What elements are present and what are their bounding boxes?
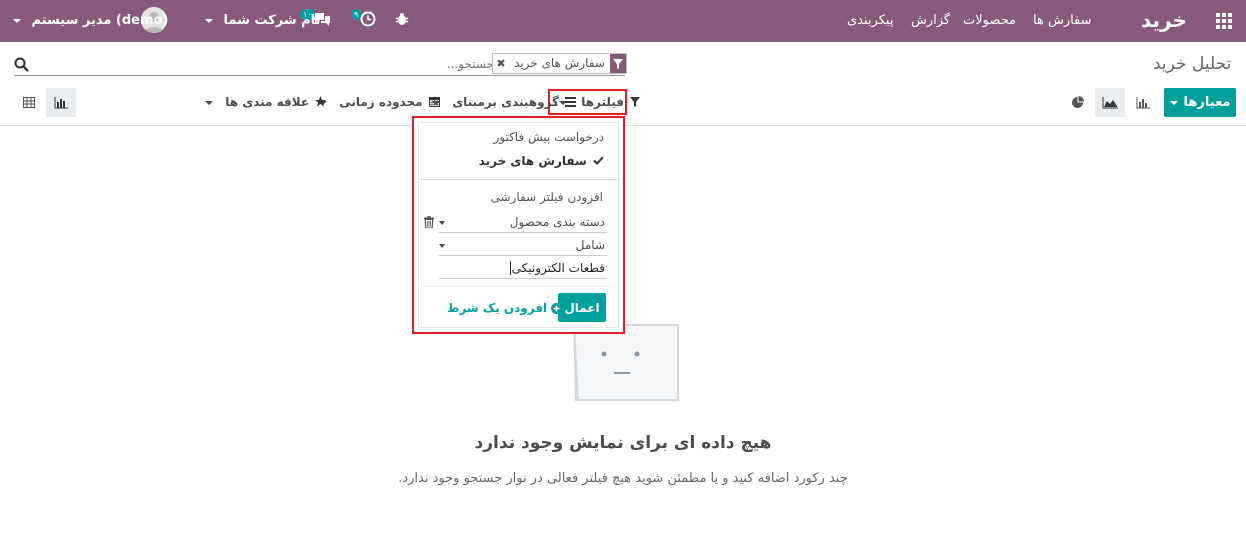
dropdown-divider bbox=[419, 179, 620, 180]
apply-filter-button[interactable]: اعمال bbox=[558, 293, 606, 322]
line-chart-button[interactable] bbox=[1095, 88, 1125, 117]
trash-icon[interactable] bbox=[424, 216, 434, 229]
empty-state-subtitle: چند رکورد اضافه کنید و یا مطمئن شوید هیچ… bbox=[398, 471, 848, 486]
menu-reporting[interactable]: گزارش bbox=[911, 0, 950, 42]
page-title: تحلیل خرید bbox=[1153, 54, 1232, 74]
pie-chart-button[interactable] bbox=[1062, 88, 1092, 117]
operator-select-value: شامل bbox=[575, 238, 605, 252]
filter-item-rfq[interactable]: درخواست پیش فاکتور bbox=[493, 130, 604, 144]
timerange-label: محدوده زمانی bbox=[339, 95, 423, 109]
pie-chart-icon bbox=[1071, 96, 1084, 108]
search-icon[interactable] bbox=[14, 57, 30, 73]
activity-clock-icon[interactable] bbox=[360, 11, 376, 29]
filter-value-input[interactable]: قطعات الکترونیکی bbox=[439, 259, 607, 279]
caret-down-icon bbox=[205, 100, 213, 105]
search-facet: ✖ سفارش های خرید bbox=[492, 53, 627, 74]
timerange-toggle[interactable]: محدوده زمانی bbox=[319, 93, 440, 111]
area-chart-icon bbox=[1102, 96, 1118, 108]
facet-remove-icon[interactable]: ✖ bbox=[493, 54, 509, 73]
caret-down-icon bbox=[439, 244, 445, 248]
debug-bug-icon[interactable] bbox=[395, 12, 409, 28]
bar-chart-icon bbox=[1136, 96, 1150, 108]
company-switcher[interactable]: نام شرکت شما bbox=[205, 0, 320, 42]
user-menu[interactable]: مدیر سیستم (demo) bbox=[13, 0, 168, 42]
caret-down-icon bbox=[205, 18, 213, 23]
menu-configuration[interactable]: پیکربندی bbox=[847, 0, 893, 42]
favorites-toggle[interactable]: علاقه مندی ها bbox=[205, 93, 327, 111]
bar-chart-button[interactable] bbox=[1128, 88, 1158, 117]
top-navbar: خرید سفارش ها محصولات گزارش پیکربندی ۹ ۱… bbox=[0, 0, 1246, 42]
search-input[interactable] bbox=[404, 55, 494, 73]
measures-button[interactable]: معیارها bbox=[1164, 88, 1236, 117]
groupby-bars-icon bbox=[565, 97, 577, 107]
filter-icon bbox=[630, 97, 641, 107]
table-grid-icon bbox=[23, 97, 35, 108]
caret-down-icon bbox=[1169, 100, 1178, 105]
search-bar: ✖ سفارش های خرید bbox=[14, 53, 627, 76]
star-icon bbox=[315, 96, 327, 107]
filter-operator-select[interactable]: شامل bbox=[439, 236, 607, 256]
filter-field-select[interactable]: دسته بندی محصول bbox=[439, 213, 607, 233]
filters-dropdown: درخواست پیش فاکتور سفارش های خرید افزودن… bbox=[412, 116, 625, 334]
user-name: مدیر سیستم (demo) bbox=[31, 13, 169, 28]
filter-facet-icon bbox=[609, 54, 626, 73]
caret-down-icon bbox=[13, 18, 21, 23]
favorites-label: علاقه مندی ها bbox=[225, 95, 310, 109]
empty-state-title: هیچ داده ای برای نمایش وجود ندارد bbox=[474, 433, 772, 453]
field-select-value: دسته بندی محصول bbox=[509, 215, 605, 229]
groupby-label: گروهبندی برمبنای bbox=[452, 95, 560, 109]
graph-view-switch[interactable] bbox=[46, 88, 76, 117]
menu-orders[interactable]: سفارش ها bbox=[1033, 0, 1092, 42]
caret-down-icon bbox=[439, 221, 445, 225]
calendar-icon bbox=[428, 97, 440, 107]
filters-dropdown-menu: درخواست پیش فاکتور سفارش های خرید افزودن… bbox=[418, 122, 620, 328]
pivot-view-switch[interactable] bbox=[14, 88, 44, 117]
value-input-text: قطعات الکترونیکی bbox=[511, 261, 605, 275]
company-name: نام شرکت شما bbox=[223, 13, 321, 28]
dropdown-divider bbox=[419, 286, 620, 287]
text-cursor bbox=[509, 261, 511, 275]
check-icon bbox=[593, 156, 604, 165]
plus-circle-icon bbox=[551, 302, 563, 314]
menu-products[interactable]: محصولات bbox=[963, 0, 1016, 42]
add-condition-button[interactable]: افزودن یک شرط bbox=[447, 301, 563, 315]
filter-item-purchase-orders[interactable]: سفارش های خرید bbox=[479, 154, 604, 168]
apps-menu-icon[interactable] bbox=[1216, 13, 1232, 29]
add-custom-filter-label[interactable]: افزودن فیلتر سفارشی bbox=[491, 190, 603, 204]
app-brand[interactable]: خرید bbox=[1141, 0, 1187, 42]
bar-chart-icon bbox=[54, 96, 68, 108]
facet-value: سفارش های خرید bbox=[514, 56, 605, 70]
filter-item-label: سفارش های خرید bbox=[478, 154, 587, 168]
groupby-toggle[interactable]: گروهبندی برمبنای bbox=[432, 93, 577, 111]
add-condition-label: افزودن یک شرط bbox=[447, 301, 548, 315]
measures-label: معیارها bbox=[1183, 95, 1231, 110]
